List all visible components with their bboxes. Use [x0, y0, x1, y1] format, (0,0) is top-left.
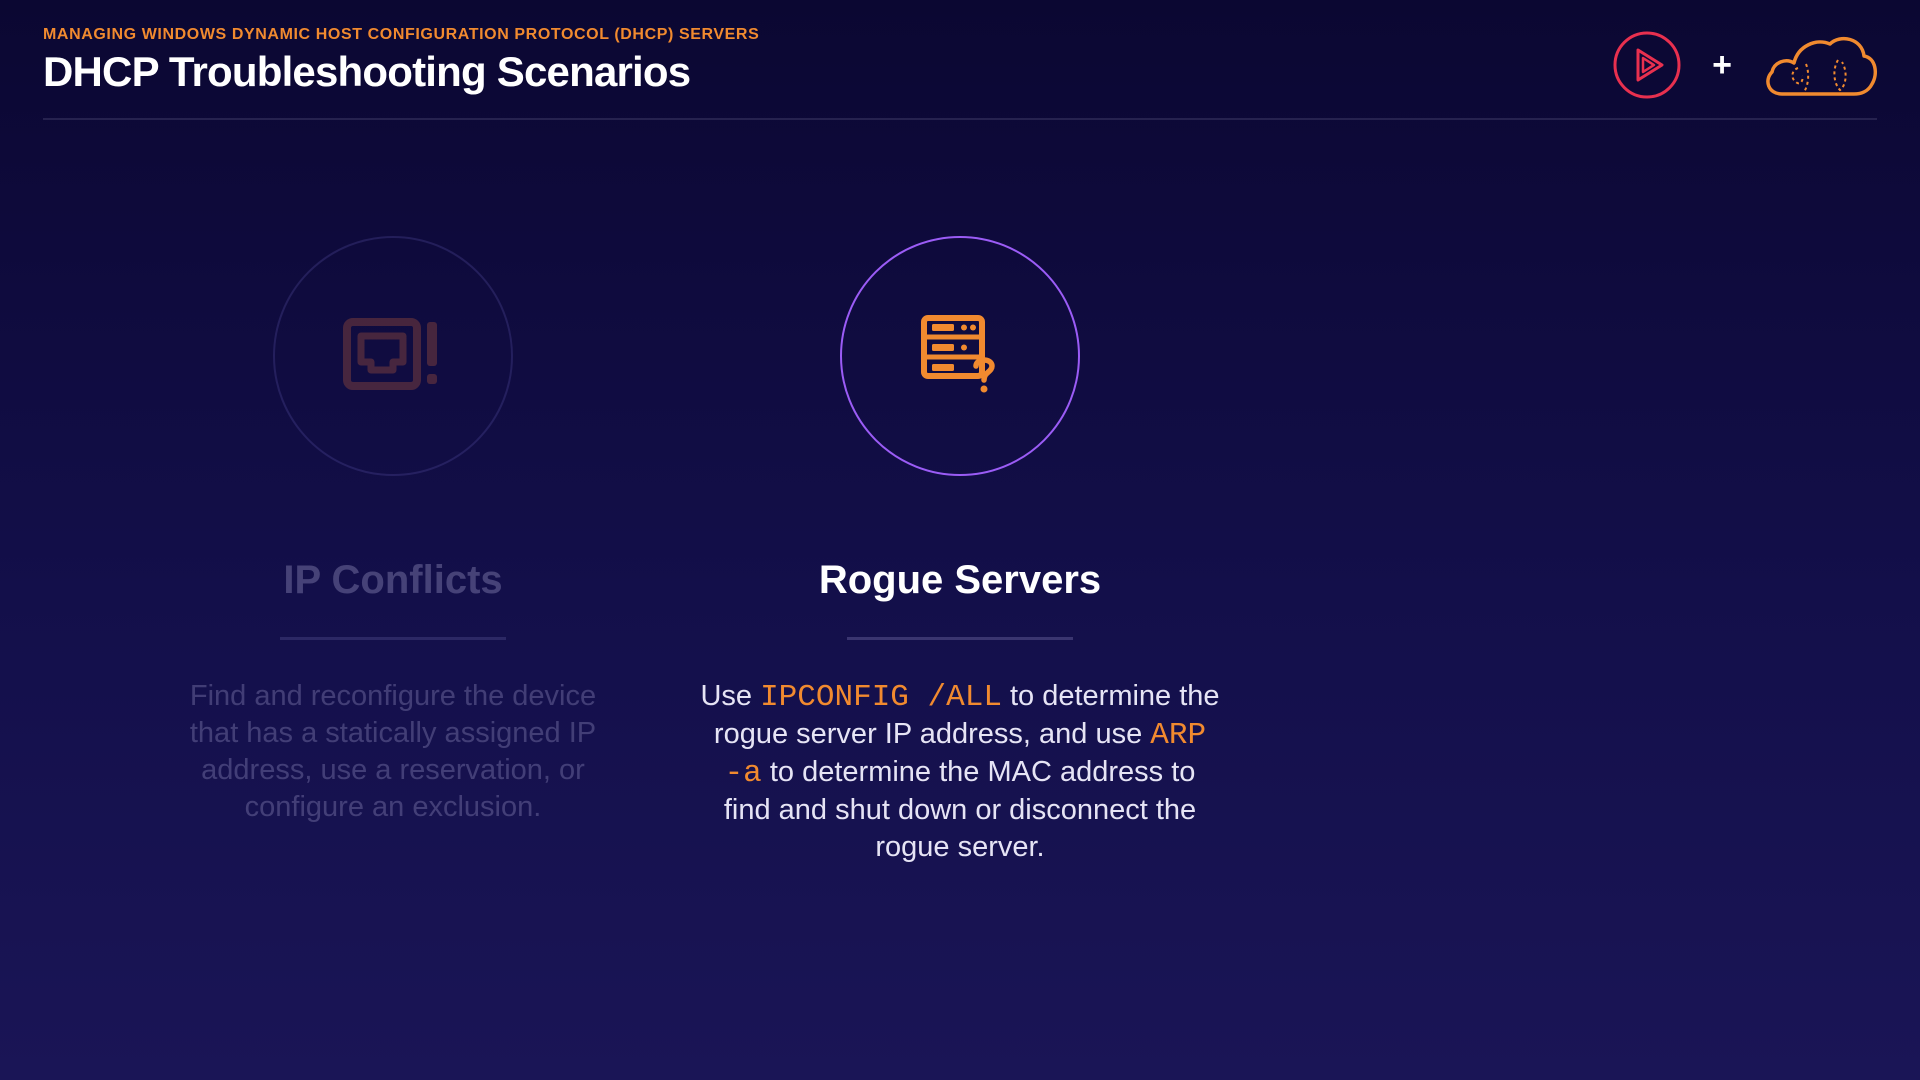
- server-question-icon: [920, 314, 1000, 399]
- slide-header: MANAGING WINDOWS DYNAMIC HOST CONFIGURAT…: [43, 26, 1877, 96]
- page-title: DHCP Troubleshooting Scenarios: [43, 48, 691, 95]
- course-eyebrow: MANAGING WINDOWS DYNAMIC HOST CONFIGURAT…: [43, 26, 760, 43]
- command-ipconfig: IPCONFIG /ALL: [760, 680, 1002, 715]
- brand-logos: +: [1612, 30, 1878, 100]
- plus-sign: +: [1712, 46, 1732, 84]
- card-rogue-servers: Rogue Servers Use IPCONFIG /ALL to deter…: [680, 236, 1240, 895]
- header-divider: [43, 118, 1877, 120]
- body-text: Use: [700, 680, 761, 712]
- body-text: to determine the MAC address to find and…: [723, 756, 1197, 863]
- card-description: Find and reconfigure the device that has…: [189, 680, 597, 823]
- icon-circle: [840, 236, 1080, 476]
- card-divider: [280, 637, 506, 640]
- icon-circle: [273, 236, 513, 476]
- card-title: IP Conflicts: [283, 558, 503, 602]
- play-circle-icon: [1612, 30, 1682, 100]
- card-description: Use IPCONFIG /ALL to determine the rogue…: [700, 678, 1220, 866]
- card-divider: [847, 637, 1073, 640]
- card-title: Rogue Servers: [818, 558, 1102, 602]
- network-port-alert-icon: [343, 317, 443, 395]
- cloud-icon: [1762, 30, 1878, 100]
- card-ip-conflicts: IP Conflicts Find and reconfigure the de…: [113, 236, 673, 855]
